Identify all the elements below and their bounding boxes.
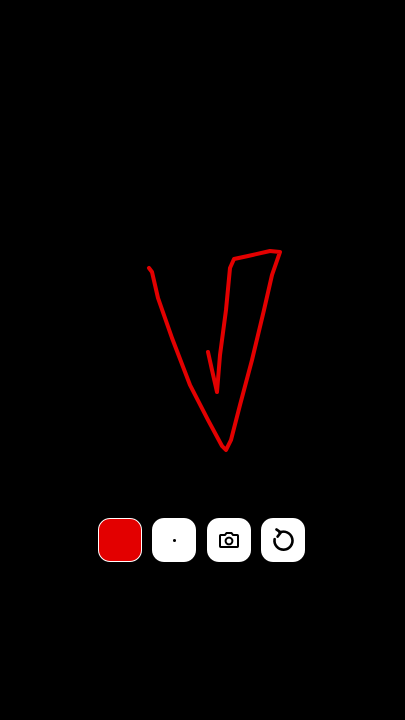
brush-size-button[interactable]	[152, 518, 196, 562]
dot-icon	[172, 538, 176, 542]
camera-button[interactable]	[207, 518, 251, 562]
camera-icon	[219, 532, 239, 548]
drawn-stroke	[147, 249, 282, 452]
rotate-ccw-icon	[273, 528, 294, 551]
reset-button[interactable]	[261, 518, 305, 562]
drawing-toolbar	[98, 518, 308, 564]
color-swatch-button[interactable]	[98, 518, 142, 562]
drawing-canvas[interactable]	[0, 0, 405, 720]
drawing-screen	[0, 0, 405, 720]
